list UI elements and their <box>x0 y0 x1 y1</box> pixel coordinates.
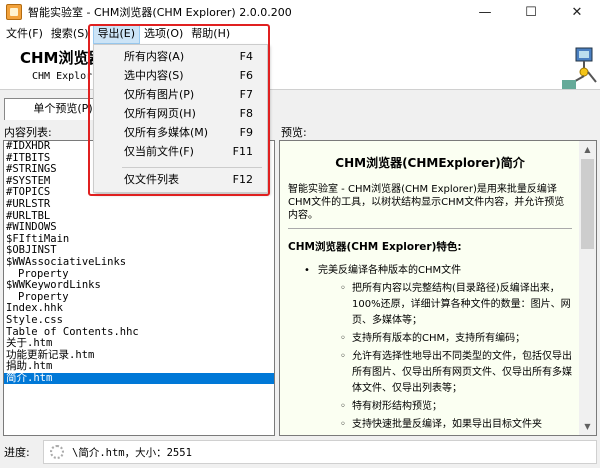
banner-title: CHM浏览器 <box>20 49 104 67</box>
menu-separator <box>122 167 262 168</box>
scroll-up-icon[interactable]: ▲ <box>579 141 596 158</box>
sub-feature-item: 支持快速批量反编译，如果导出目标文件夹 <box>340 417 572 433</box>
network-logo-icon <box>562 47 597 89</box>
app-banner: CHM浏览器 CHM Explor <box>0 44 600 90</box>
maximize-button[interactable]: ☐ <box>508 0 554 24</box>
menu-options[interactable]: 选项(O) <box>140 24 187 44</box>
sub-feature-item: 把所有内容以完整结构(目录路径)反编译出来，100%还原，详细计算各种文件的数量… <box>340 281 572 329</box>
tab-strip: 单个预览(P) <box>0 90 600 120</box>
sub-feature-item: 特有树形结构预览； <box>340 399 572 415</box>
shortcut-key: F6 <box>239 69 253 82</box>
list-item-selected[interactable]: 简介.htm <box>4 372 274 385</box>
export-menu: 所有内容(A) F4 选中内容(S) F6 仅所有图片(P) F7 仅所有网页(… <box>93 44 268 193</box>
shortcut-key: F9 <box>239 126 253 139</box>
list-item[interactable]: #WINDOWS <box>4 222 274 234</box>
shortcut-key: F4 <box>239 50 253 63</box>
preview-label: 预览: <box>281 126 307 139</box>
menu-export[interactable]: 导出(E) <box>92 24 141 44</box>
list-item[interactable]: Style.css <box>4 314 274 327</box>
menu-item-label: 仅当前文件(F) <box>124 145 194 158</box>
features-heading: CHM浏览器(CHM Explorer)特色: <box>288 241 462 253</box>
menu-item-label: 仅所有网页(H) <box>124 107 196 120</box>
export-webpages-item[interactable]: 仅所有网页(H) F8 <box>94 104 267 124</box>
minimize-button[interactable]: — <box>462 0 508 24</box>
export-media-item[interactable]: 仅所有多媒体(M) F9 <box>94 123 267 143</box>
close-button[interactable]: ✕ <box>554 0 600 24</box>
menu-bar: 文件(F) 搜索(S) 导出(E) 选项(O) 帮助(H) <box>0 24 600 44</box>
progress-text: \简介.htm，大小：2551 <box>72 447 192 459</box>
spinner-icon <box>50 445 64 459</box>
menu-item-label: 选中内容(S) <box>124 69 184 82</box>
export-all-item[interactable]: 所有内容(A) F4 <box>94 47 267 67</box>
menu-item-label: 仅所有多媒体(M) <box>124 126 209 139</box>
export-selected-item[interactable]: 选中内容(S) F6 <box>94 66 267 86</box>
preview-content: CHM浏览器(CHMExplorer)简介 智能实验室 - CHM浏览器(CHM… <box>280 141 580 435</box>
list-item[interactable]: 关于.htm <box>4 337 274 350</box>
banner-subtitle: CHM Explor <box>32 71 93 82</box>
preview-title: CHM浏览器(CHMExplorer)简介 <box>335 156 525 170</box>
progress-label: 进度: <box>4 446 30 459</box>
menu-search[interactable]: 搜索(S) <box>47 24 93 44</box>
export-file-list-item[interactable]: 仅文件列表 F12 <box>94 170 267 190</box>
scroll-down-icon[interactable]: ▼ <box>579 418 596 435</box>
shortcut-key: F8 <box>239 107 253 120</box>
shortcut-key: F7 <box>239 88 253 101</box>
list-item[interactable]: #URLSTR <box>4 198 274 211</box>
menu-file[interactable]: 文件(F) <box>2 24 47 44</box>
feature-text: 完美反编译各种版本的CHM文件 <box>318 265 462 276</box>
status-bar: 进度: \简介.htm，大小：2551 <box>0 436 600 468</box>
divider <box>288 228 572 229</box>
menu-item-label: 仅所有图片(P) <box>124 88 195 101</box>
feature-item: 完美反编译各种版本的CHM文件 把所有内容以完整结构(目录路径)反编译出来，10… <box>304 264 572 433</box>
preview-scrollbar[interactable]: ▲ ▼ <box>579 141 596 435</box>
sub-feature-list: 把所有内容以完整结构(目录路径)反编译出来，100%还原，详细计算各种文件的数量… <box>318 281 572 433</box>
sub-feature-item: 允许有选择性地导出不同类型的文件，包括仅导出所有图片、仅导出所有网页文件、仅导出… <box>340 349 572 397</box>
shortcut-key: F12 <box>232 173 253 186</box>
app-icon <box>6 4 22 20</box>
content-list-label: 内容列表: <box>4 126 52 139</box>
export-images-item[interactable]: 仅所有图片(P) F7 <box>94 85 267 105</box>
list-item[interactable]: $WWAssociativeLinks <box>4 256 274 269</box>
list-item[interactable]: $WWKeywordLinks <box>4 280 274 292</box>
preview-intro: 智能实验室 - CHM浏览器(CHM Explorer)是用来批量反编译CHM文… <box>288 184 565 221</box>
sub-feature-item: 支持所有版本的CHM，支持所有编码； <box>340 331 572 347</box>
preview-pane[interactable]: CHM浏览器(CHMExplorer)简介 智能实验室 - CHM浏览器(CHM… <box>279 140 597 436</box>
menu-item-label: 所有内容(A) <box>124 50 185 63</box>
export-current-file-item[interactable]: 仅当前文件(F) F11 <box>94 142 267 162</box>
scroll-thumb[interactable] <box>581 159 594 249</box>
window-title: 智能实验室 - CHM浏览器(CHM Explorer) 2.0.0.200 <box>28 6 292 19</box>
feature-list: 完美反编译各种版本的CHM文件 把所有内容以完整结构(目录路径)反编译出来，10… <box>288 264 572 433</box>
menu-help[interactable]: 帮助(H) <box>187 24 234 44</box>
shortcut-key: F11 <box>232 145 253 158</box>
progress-box: \简介.htm，大小：2551 <box>43 440 597 464</box>
menu-item-label: 仅文件列表 <box>124 173 179 186</box>
title-bar: 智能实验室 - CHM浏览器(CHM Explorer) 2.0.0.200 —… <box>0 0 600 24</box>
